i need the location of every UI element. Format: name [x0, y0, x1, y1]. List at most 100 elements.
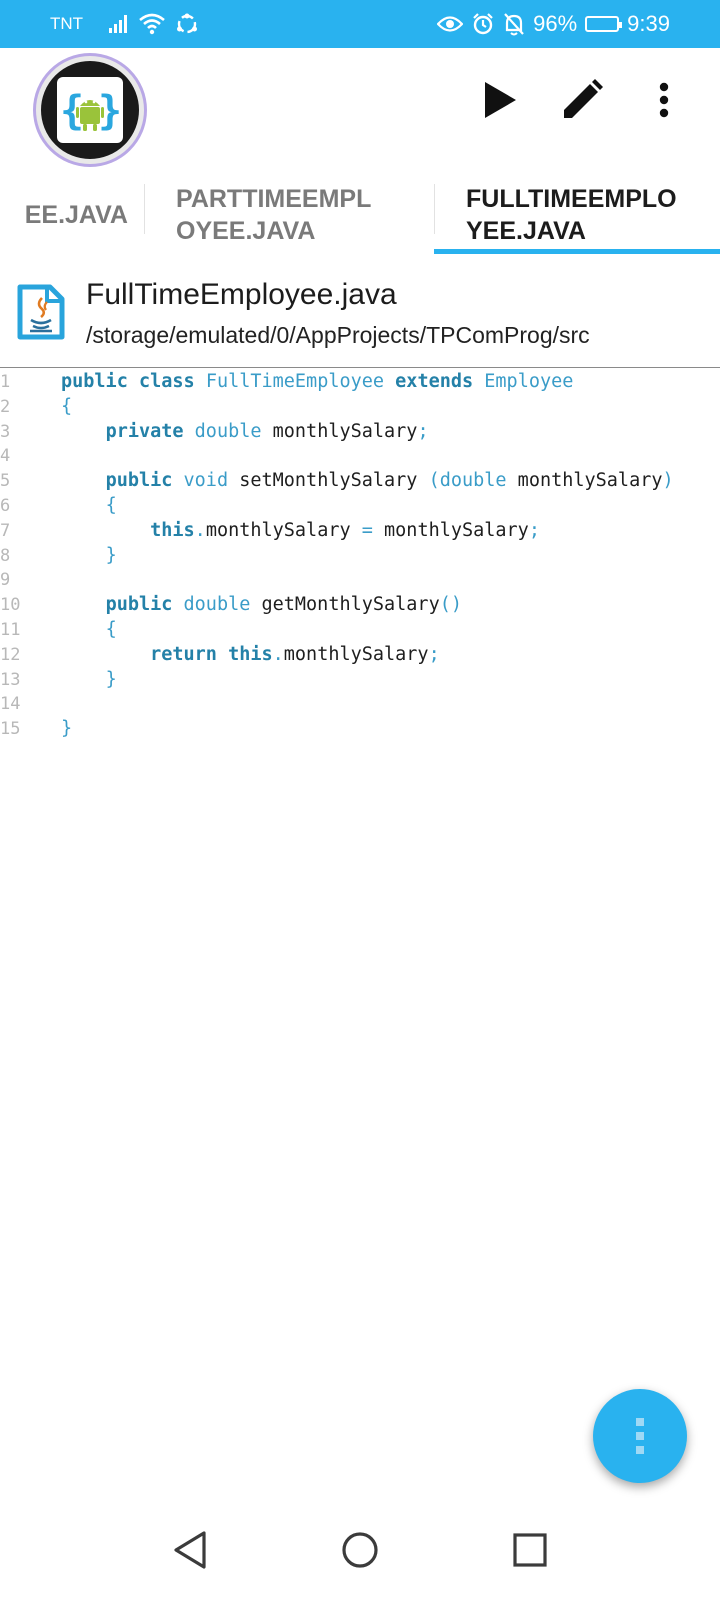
code-line[interactable]: 8 } — [0, 544, 720, 569]
code-token: { — [105, 494, 117, 516]
code-token: public — [105, 470, 173, 492]
code-line[interactable]: 13 } — [0, 668, 720, 693]
app-toolbar: { } — [0, 48, 720, 172]
java-file-icon — [17, 284, 65, 340]
recents-button[interactable] — [500, 1520, 560, 1580]
code-line[interactable]: 1 public class FullTimeEmployee extends E… — [0, 370, 720, 395]
code-line[interactable]: 2{ — [0, 395, 720, 420]
line-number: 1 — [0, 372, 11, 392]
code-token: return — [150, 643, 217, 665]
active-tab-indicator — [434, 249, 720, 254]
tab-label: FULLTIMEEMPLO YEE.JAVA — [466, 185, 677, 245]
code-token: public — [105, 594, 173, 616]
wifi-icon — [139, 13, 165, 35]
line-number: 4 — [0, 446, 11, 467]
code-line[interactable]: 3 private double monthlySalary; — [0, 420, 720, 445]
code-token: setMonthlySalary — [228, 470, 429, 492]
code-line[interactable]: 15} — [0, 717, 720, 742]
code-line[interactable]: 7 this.monthlySalary = monthlySalary; — [0, 519, 720, 544]
back-icon — [174, 1531, 206, 1569]
code-editor[interactable]: 1 public class FullTimeEmployee extends E… — [0, 370, 720, 742]
status-time: 9:39 — [627, 11, 670, 36]
code-token: private — [105, 420, 184, 442]
line-number: 14 — [0, 694, 21, 715]
line-number: 7 — [0, 520, 11, 541]
code-token: monthlySalary — [506, 470, 663, 492]
code-line[interactable]: 12 return this.monthlySalary; — [0, 643, 720, 668]
toolbar-actions — [474, 74, 690, 126]
notifications-off-icon — [504, 13, 524, 36]
code-text: { — [61, 395, 72, 420]
code-token: . — [272, 643, 284, 665]
alarm-icon — [473, 13, 493, 35]
code-token: Employee — [484, 371, 574, 392]
tab-separator — [144, 184, 145, 234]
line-number: 12 — [0, 644, 21, 665]
code-line[interactable]: 9 — [0, 568, 720, 593]
code-token: double — [439, 470, 507, 492]
code-token: () — [439, 594, 462, 616]
code-token: monthlySalary — [261, 420, 418, 442]
edit-button[interactable] — [556, 74, 608, 126]
code-text: public double getMonthlySalary() — [61, 593, 462, 618]
code-token: } — [61, 718, 73, 740]
tab-employee-java[interactable]: EE.JAVA — [0, 172, 144, 258]
line-number: 13 — [0, 669, 21, 690]
home-button[interactable] — [330, 1520, 390, 1580]
code-token: monthlySalary — [283, 643, 429, 665]
status-bar: TNT 96% 9:39 — [0, 0, 720, 48]
code-token: this — [150, 519, 195, 541]
code-line[interactable]: 14 — [0, 692, 720, 717]
code-token: . — [194, 519, 206, 541]
recents-icon — [513, 1533, 547, 1567]
tab-parttimeemployee-java[interactable]: PARTTIMEEMPL OYEE.JAVA — [144, 172, 434, 258]
code-line[interactable]: 11 { — [0, 618, 720, 643]
line-number: 8 — [0, 545, 11, 566]
code-text: return this.monthlySalary; — [61, 643, 440, 668]
overflow-menu-button[interactable] — [638, 74, 690, 126]
fab-menu-button[interactable] — [593, 1389, 687, 1483]
code-line[interactable]: 10 public double getMonthlySalary() — [0, 593, 720, 618]
tab-fulltimeemployee-java[interactable]: FULLTIMEEMPLO YEE.JAVA — [434, 172, 720, 258]
back-button[interactable] — [160, 1520, 220, 1580]
more-vertical-icon — [659, 82, 669, 118]
code-token: monthlySalary — [372, 519, 529, 541]
code-token: ) — [662, 470, 674, 492]
code-text: { — [61, 494, 117, 519]
code-text: public void setMonthlySalary (double mon… — [61, 469, 674, 494]
code-line[interactable]: 5 public void setMonthlySalary (double m… — [0, 469, 720, 494]
pencil-icon — [564, 79, 603, 118]
code-token: } — [105, 544, 117, 566]
code-token: ( — [428, 470, 440, 492]
code-line[interactable]: 6 { — [0, 494, 720, 519]
code-token: getMonthlySalary — [250, 594, 440, 616]
code-text: } — [61, 544, 117, 569]
code-text: public class FullTimeEmployee extends Em… — [61, 370, 573, 395]
code-text: private double monthlySalary; — [61, 420, 429, 445]
line-number: 11 — [0, 619, 21, 640]
code-token: { — [61, 395, 73, 417]
file-name: FullTimeEmployee.java — [86, 278, 397, 311]
code-token: ; — [417, 420, 429, 442]
run-button[interactable] — [474, 74, 526, 126]
hotspot-icon — [177, 13, 198, 34]
tab-label: PARTTIMEEMPL OYEE.JAVA — [176, 185, 371, 245]
code-token: this — [228, 643, 273, 665]
battery-icon — [585, 16, 623, 32]
code-token: void — [183, 470, 229, 492]
app-logo: { } — [36, 56, 144, 164]
code-line[interactable]: 4 — [0, 444, 720, 469]
code-token: ; — [428, 643, 440, 665]
code-token: class — [138, 371, 195, 392]
